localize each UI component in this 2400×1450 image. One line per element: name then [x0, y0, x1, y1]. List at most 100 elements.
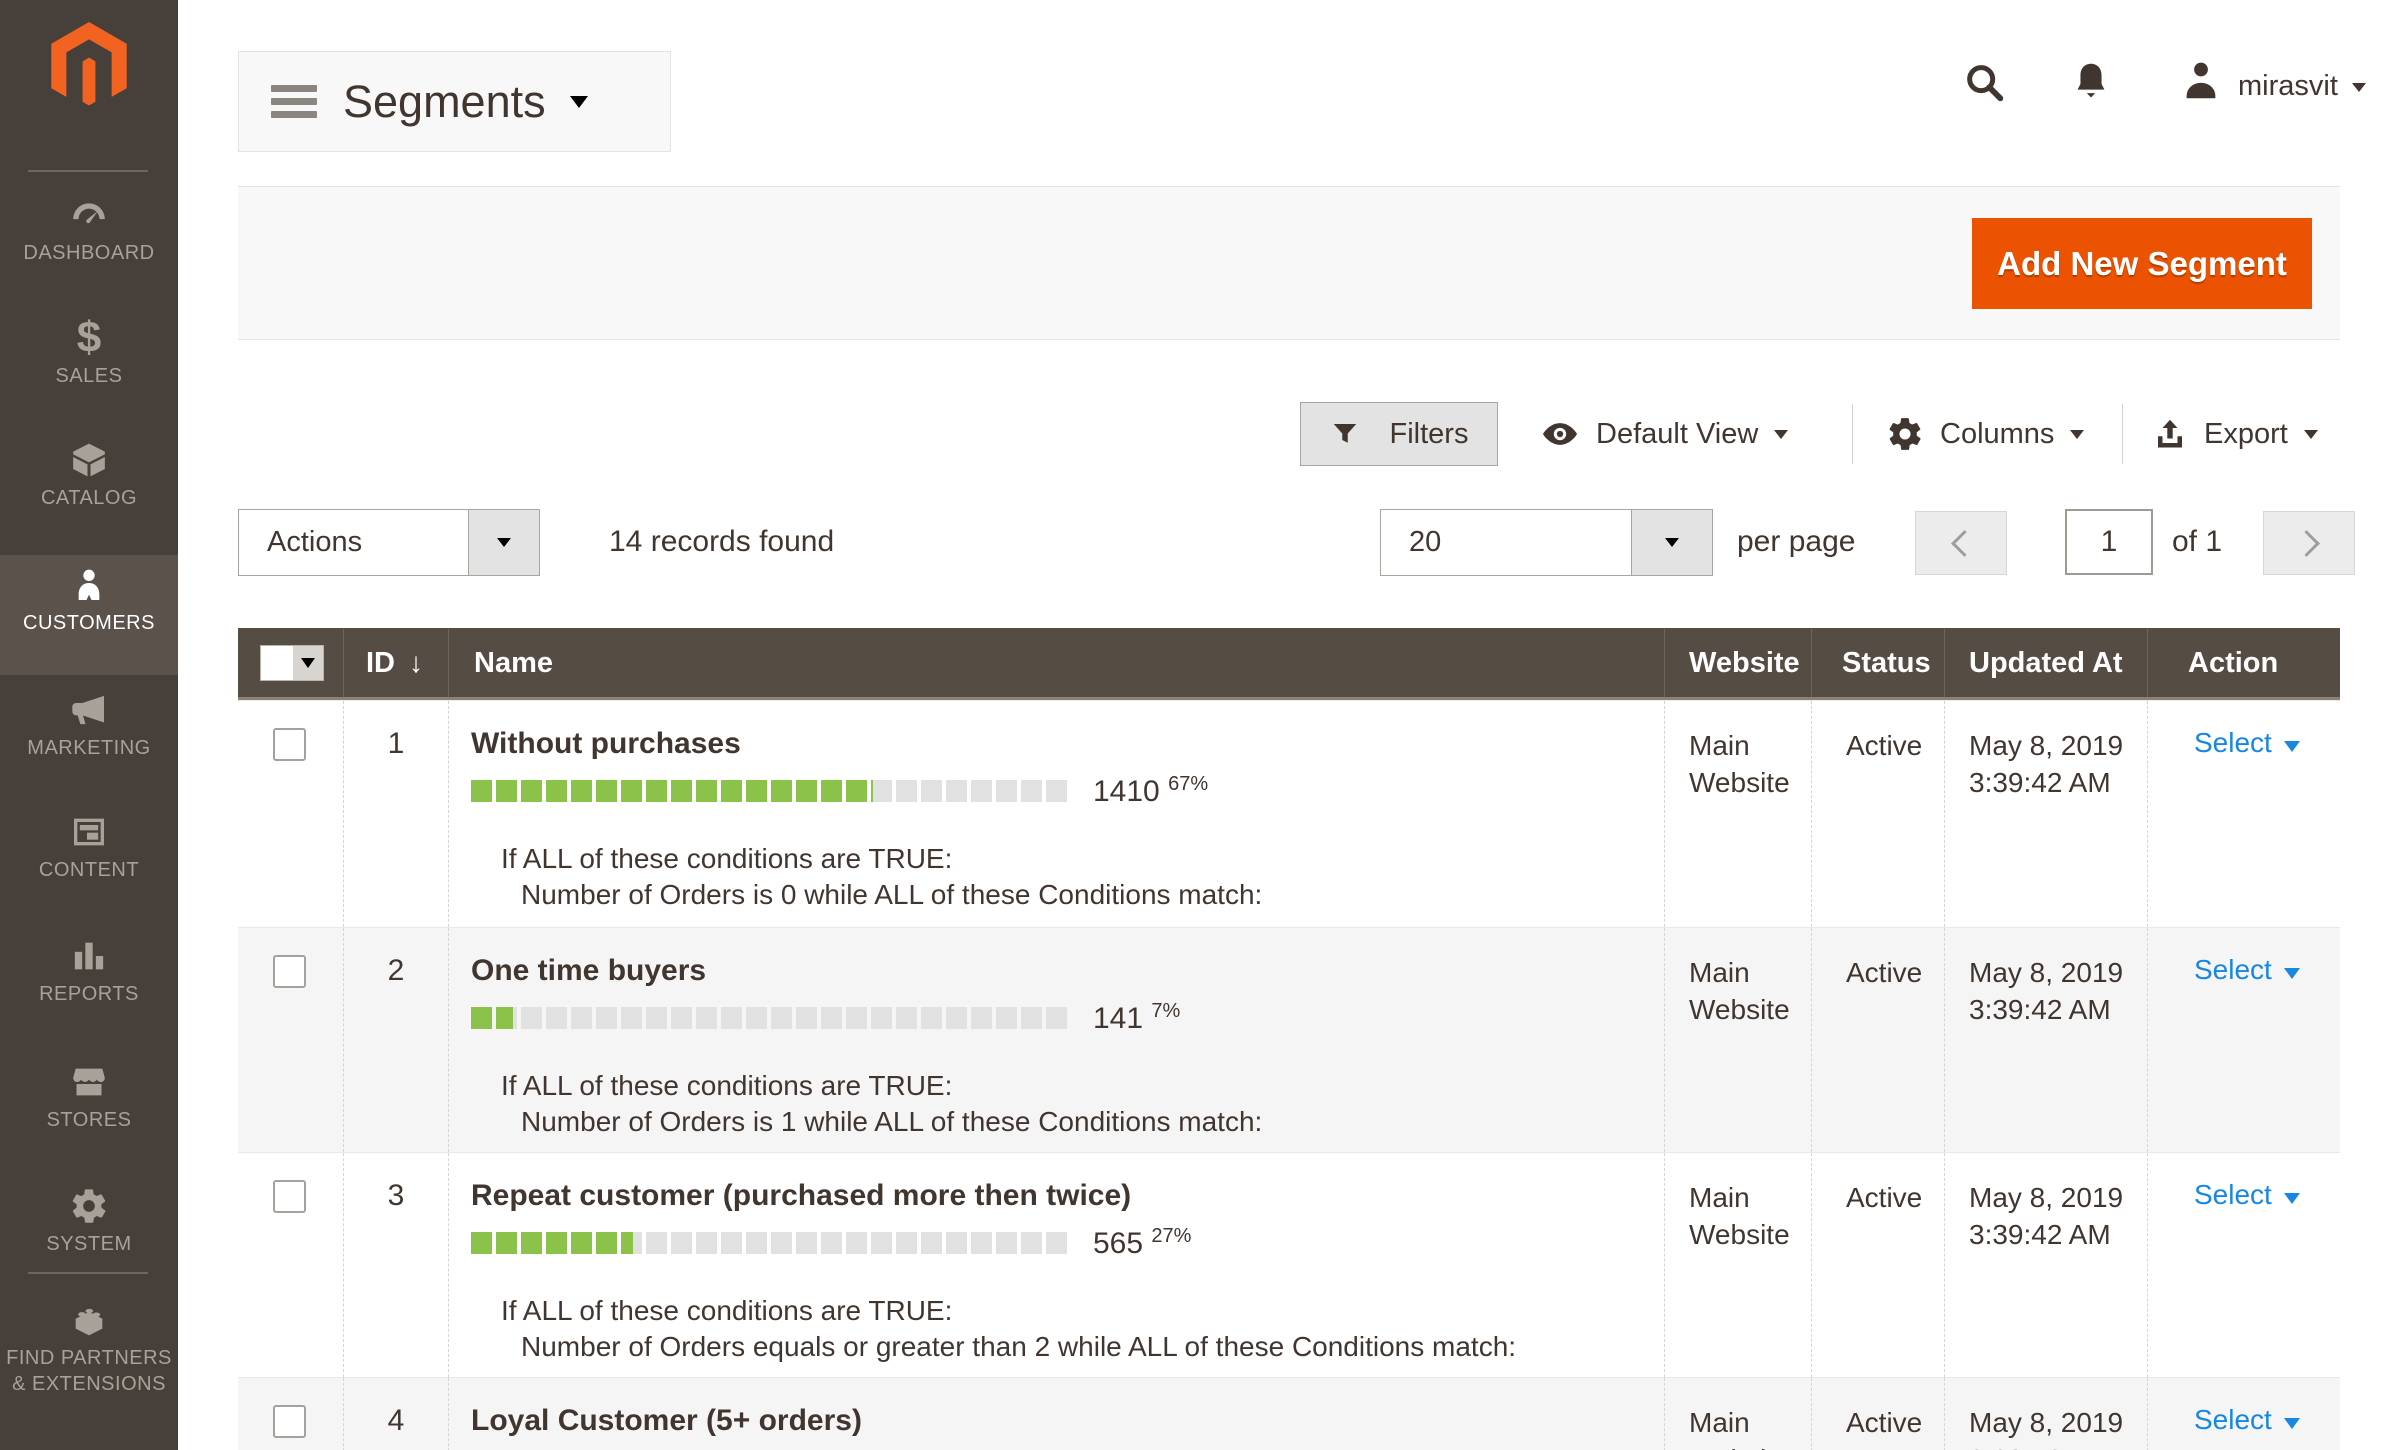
- row-select-action[interactable]: Select: [2148, 1153, 2340, 1211]
- next-page-button[interactable]: [2263, 511, 2355, 575]
- filter-funnel-icon: [1330, 419, 1374, 449]
- sidebar-item-label: CATALOG: [0, 485, 178, 511]
- sidebar-item-label: SYSTEM: [0, 1231, 178, 1257]
- column-header-id[interactable]: ID↓: [343, 628, 448, 697]
- row-status: Active: [1812, 1378, 1944, 1441]
- row-checkbox[interactable]: [273, 728, 306, 761]
- select-all-caret-icon[interactable]: [293, 646, 323, 680]
- segment-percent: 67%: [1168, 773, 1208, 795]
- row-status: Active: [1812, 928, 1944, 991]
- title-caret-icon[interactable]: [570, 96, 588, 108]
- sidebar-item-label: MARKETING: [0, 735, 178, 761]
- actions-select[interactable]: Actions: [238, 509, 540, 576]
- chevron-right-icon: [2293, 530, 2320, 557]
- sidebar-item-customers[interactable]: CUSTOMERS: [0, 555, 178, 675]
- segment-name: One time buyers: [471, 954, 1664, 988]
- magento-logo-icon[interactable]: [51, 22, 127, 110]
- row-website: Main Website: [1665, 928, 1811, 1028]
- segment-count: 565 27%: [1093, 1225, 1191, 1261]
- row-updated-at: May 8, 20193:39:42 AM: [1945, 701, 2147, 801]
- sidebar-item-find-partners[interactable]: FIND PARTNERS & EXTENSIONS: [0, 1290, 178, 1410]
- search-icon[interactable]: [1962, 60, 2008, 111]
- menu-hamburger-icon[interactable]: [271, 79, 317, 124]
- sidebar-item-marketing[interactable]: MARKETING: [0, 680, 178, 800]
- page-of-label: of 1: [2172, 525, 2222, 559]
- sidebar-item-content[interactable]: CONTENT: [0, 802, 178, 922]
- row-checkbox[interactable]: [273, 1180, 306, 1213]
- filters-button[interactable]: Filters: [1300, 402, 1498, 466]
- row-status: Active: [1812, 701, 1944, 764]
- sidebar-item-stores[interactable]: STORES: [0, 1052, 178, 1172]
- columns-control[interactable]: Columns: [1886, 402, 2084, 466]
- row-select-action[interactable]: Select: [2148, 928, 2340, 986]
- user-icon[interactable]: [2178, 58, 2224, 109]
- sidebar-item-system[interactable]: SYSTEM: [0, 1176, 178, 1296]
- view-caret-icon: [1774, 430, 1788, 439]
- segment-name: Loyal Customer (5+ orders): [471, 1404, 1664, 1438]
- segment-size-bar: [471, 1007, 1071, 1029]
- sidebar-item-label: CUSTOMERS: [0, 610, 178, 636]
- add-new-segment-button[interactable]: Add New Segment: [1972, 218, 2312, 309]
- logged-in-user[interactable]: mirasvit: [2238, 70, 2338, 103]
- table-row: 4 Loyal Customer (5+ orders) Main Websit…: [238, 1377, 2340, 1450]
- marketing-icon: [0, 690, 178, 732]
- column-header-updated-at[interactable]: Updated At: [1944, 628, 2147, 697]
- export-control[interactable]: Export: [2152, 402, 2318, 466]
- per-page-select[interactable]: 20: [1380, 509, 1713, 576]
- sidebar-item-catalog[interactable]: CATALOG: [0, 430, 178, 550]
- sidebar-item-label: SALES: [0, 363, 178, 389]
- select-caret-icon: [2284, 1418, 2300, 1429]
- sidebar-item-sales[interactable]: $ SALES: [0, 308, 178, 428]
- sort-descending-icon[interactable]: ↓: [409, 647, 423, 678]
- admin-sidebar: DASHBOARD $ SALES CATALOG CUSTOMERS MARK…: [0, 0, 178, 1450]
- row-website: Main Website: [1665, 701, 1811, 801]
- select-caret-icon: [2284, 968, 2300, 979]
- sidebar-item-label: DASHBOARD: [0, 240, 178, 266]
- row-checkbox[interactable]: [273, 955, 306, 988]
- notification-bell-icon[interactable]: [2068, 58, 2114, 109]
- segment-name: Repeat customer (purchased more then twi…: [471, 1179, 1664, 1213]
- catalog-icon: [0, 440, 178, 482]
- sidebar-item-reports[interactable]: REPORTS: [0, 926, 178, 1046]
- row-id: 1: [343, 701, 448, 927]
- page-number-input[interactable]: [2065, 509, 2153, 575]
- segment-name: Without purchases: [471, 727, 1664, 761]
- per-page-label: per page: [1737, 525, 1855, 559]
- sales-icon: $: [0, 318, 178, 360]
- user-menu-caret-icon[interactable]: [2352, 83, 2366, 92]
- chevron-left-icon: [1951, 530, 1978, 557]
- sidebar-item-dashboard[interactable]: DASHBOARD: [0, 185, 178, 305]
- dashboard-icon: [0, 195, 178, 237]
- select-all-checkbox-dropdown[interactable]: [260, 645, 324, 681]
- table-row: 2 One time buyers 141 7% If ALL of these…: [238, 927, 2340, 1152]
- row-id: 4: [343, 1378, 448, 1450]
- row-website: Main Website: [1665, 1153, 1811, 1253]
- column-header-name[interactable]: Name: [448, 628, 1664, 697]
- sidebar-item-label: STORES: [0, 1107, 178, 1133]
- grid-header-row: ID↓ Name Website Status Updated At Actio…: [238, 628, 2340, 700]
- per-page-select-value: 20: [1381, 510, 1631, 575]
- segment-conditions: If ALL of these conditions are TRUE: Num…: [501, 1068, 1664, 1140]
- actions-select-value: Actions: [239, 510, 468, 575]
- segment-count: 141 7%: [1093, 1000, 1180, 1036]
- sidebar-divider: [28, 1272, 148, 1274]
- eye-icon: [1540, 414, 1580, 454]
- segment-size-bar: [471, 780, 1071, 802]
- records-found-text: 14 records found: [609, 525, 834, 559]
- row-select-action[interactable]: Select: [2148, 1378, 2340, 1436]
- row-updated-at: May 8, 20193:39:42 AM: [1945, 1378, 2147, 1450]
- column-header-website[interactable]: Website: [1664, 628, 1811, 697]
- column-header-status[interactable]: Status: [1811, 628, 1944, 697]
- row-website: Main Website: [1665, 1378, 1811, 1450]
- row-select-action[interactable]: Select: [2148, 701, 2340, 759]
- stores-icon: [0, 1062, 178, 1104]
- table-row: 3 Repeat customer (purchased more then t…: [238, 1152, 2340, 1377]
- previous-page-button[interactable]: [1915, 511, 2007, 575]
- actions-select-caret-icon: [468, 510, 539, 575]
- row-updated-at: May 8, 20193:39:42 AM: [1945, 1153, 2147, 1253]
- toolbar-divider: [1852, 404, 1853, 464]
- view-control[interactable]: Default View: [1540, 402, 1788, 466]
- export-label: Export: [2204, 418, 2288, 451]
- row-checkbox[interactable]: [273, 1405, 306, 1438]
- select-all-checkbox[interactable]: [261, 646, 293, 680]
